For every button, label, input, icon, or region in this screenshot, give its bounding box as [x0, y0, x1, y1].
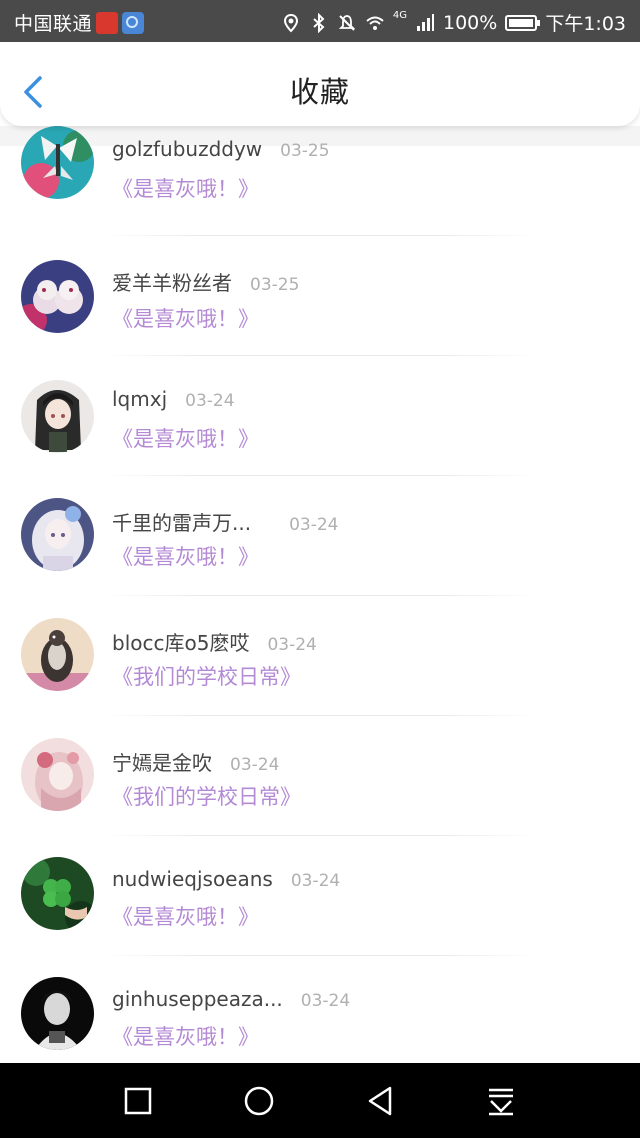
status-right: 4G 100% 下午1:03: [281, 9, 626, 36]
book-title[interactable]: 《是喜灰哦！》: [112, 423, 259, 453]
battery-icon: [505, 14, 541, 31]
square-icon[interactable]: [120, 1083, 156, 1119]
user-name: 宁嫣是金吹 03-24: [112, 751, 280, 775]
user-name: nudwieqjsoeans 03-24: [112, 867, 341, 891]
user-name: blocc库o5麽哎 03-24: [112, 631, 317, 655]
date-label: 03-24: [230, 755, 280, 775]
browser-badge-icon: [122, 11, 145, 34]
book-title[interactable]: 《是喜灰哦！》: [112, 901, 259, 931]
date-label: 03-25: [280, 141, 330, 161]
wifi-icon: [366, 16, 384, 30]
favorites-list: golzfubuzddyw 03-25 《是喜灰哦！》 爱羊羊粉丝者 03-25 《…: [0, 126, 640, 1063]
list-item[interactable]: golzfubuzddyw 03-25 《是喜灰哦！》: [0, 126, 640, 236]
avatar[interactable]: [21, 260, 94, 333]
list-item[interactable]: 千里的雷声万... 03-24 《是喜灰哦！》: [0, 475, 640, 596]
user-name: 千里的雷声万... 03-24: [112, 511, 339, 535]
app-badge-icon: [96, 11, 119, 34]
signal-icon: [417, 13, 434, 31]
user-name: golzfubuzddyw 03-25: [112, 137, 330, 161]
list-item[interactable]: nudwieqjsoeans 03-24 《是喜灰哦！》: [0, 835, 640, 956]
carrier-label: 中国联通: [14, 13, 93, 35]
book-title[interactable]: 《是喜灰哦！》: [112, 541, 259, 571]
bluetooth-icon: [313, 12, 325, 33]
location-icon: [283, 13, 298, 32]
date-label: 03-25: [250, 275, 300, 295]
system-nav-bar: [0, 1063, 640, 1138]
avatar[interactable]: [21, 618, 94, 691]
avatar[interactable]: [21, 380, 94, 453]
user-name: ginhuseppeaza... 03-24: [112, 987, 351, 1011]
circle-home-icon[interactable]: [241, 1083, 277, 1119]
book-title[interactable]: 《我们的学校日常》: [112, 781, 301, 811]
status-bar: 中国联通 4G 100% 下午1:03: [0, 0, 640, 42]
list-item[interactable]: blocc库o5麽哎 03-24 《我们的学校日常》: [0, 595, 640, 716]
clock: 下午1:03: [545, 13, 626, 35]
date-label: 03-24: [185, 391, 235, 411]
avatar[interactable]: [21, 857, 94, 930]
triangle-back-icon[interactable]: [362, 1083, 398, 1119]
avatar[interactable]: [21, 977, 94, 1050]
avatar[interactable]: [21, 498, 94, 571]
list-item[interactable]: 宁嫣是金吹 03-24 《我们的学校日常》: [0, 715, 640, 836]
book-title[interactable]: 《我们的学校日常》: [112, 661, 301, 691]
date-label: 03-24: [290, 871, 341, 891]
download-icon[interactable]: [483, 1083, 519, 1119]
list-item[interactable]: 爱羊羊粉丝者 03-25 《是喜灰哦！》: [0, 235, 640, 356]
avatar[interactable]: [21, 738, 94, 811]
book-title[interactable]: 《是喜灰哦！》: [112, 1021, 259, 1051]
date-label: 03-24: [289, 515, 339, 535]
network-type-label: 4G: [392, 10, 407, 21]
date-label: 03-24: [267, 635, 317, 655]
list-item[interactable]: lqmxj 03-24 《是喜灰哦！》: [0, 355, 640, 476]
user-name: lqmxj 03-24: [112, 387, 235, 411]
battery-percent: 100%: [443, 11, 498, 34]
book-title[interactable]: 《是喜灰哦！》: [112, 303, 259, 333]
user-name: 爱羊羊粉丝者 03-25: [112, 271, 300, 295]
status-left: 中国联通: [14, 9, 145, 36]
mute-icon: [338, 14, 356, 31]
header-bar: 收藏: [0, 42, 640, 126]
date-label: 03-24: [300, 991, 351, 1011]
avatar[interactable]: [21, 126, 94, 199]
page-title: 收藏: [289, 75, 350, 109]
list-item[interactable]: ginhuseppeaza... 03-24 《是喜灰哦！》: [0, 955, 640, 1063]
book-title[interactable]: 《是喜灰哦！》: [112, 173, 259, 203]
